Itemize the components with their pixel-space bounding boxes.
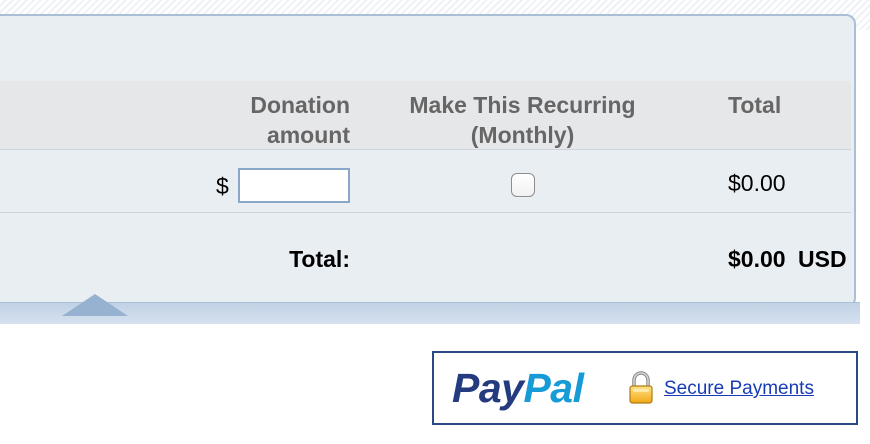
recurring-checkbox[interactable] (511, 173, 535, 197)
donation-amount-input[interactable] (238, 168, 350, 203)
header-donation-line1: Donation (250, 92, 350, 118)
header-recurring: Make This Recurring (Monthly) (370, 90, 675, 150)
header-total: Total (728, 92, 782, 118)
paypal-logo-pal: Pal (523, 365, 584, 411)
panel-bottom-bar (0, 302, 860, 324)
collapse-arrow-tab[interactable] (62, 294, 128, 316)
paypal-secure-badge: PayPal Secure Payments (432, 351, 858, 425)
secure-payments-link[interactable]: Secure Payments (664, 377, 814, 401)
paypal-logo-pay: Pay (452, 365, 524, 411)
header-recurring-line2: (Monthly) (470, 122, 575, 148)
padlock-icon (629, 371, 653, 404)
total-value: $0.00 (728, 246, 786, 272)
row-total-value: $0.00 (728, 170, 786, 196)
header-donation-amount: Donation amount (250, 90, 350, 150)
total-label: Total: (289, 246, 350, 272)
total-currency: USD (798, 246, 847, 272)
header-donation-line2: amount (266, 122, 350, 148)
paypal-logo: PayPal (452, 365, 584, 411)
currency-symbol: $ (216, 173, 229, 199)
header-recurring-line1: Make This Recurring (409, 92, 636, 118)
row-divider (0, 212, 851, 213)
